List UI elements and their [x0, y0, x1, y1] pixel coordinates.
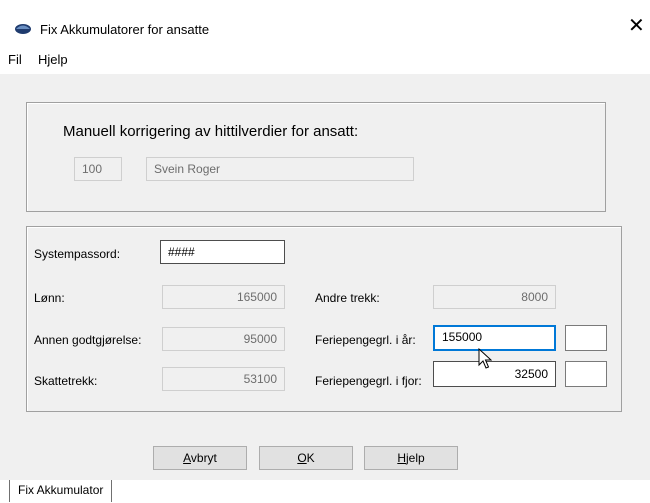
- system-password-input[interactable]: ####: [160, 240, 285, 264]
- ok-label-rest: K: [306, 451, 315, 465]
- app-logo-icon: [14, 22, 32, 39]
- holiday-this-year-extra-input[interactable]: [565, 325, 607, 351]
- employee-number-field: 100: [74, 157, 122, 181]
- other-compensation-label: Annen godtgjørelse:: [34, 333, 142, 347]
- tab-strip: Fix Akkumulator: [0, 480, 650, 503]
- other-deductions-field: 8000: [433, 285, 556, 309]
- tab-fix-akkumulator[interactable]: Fix Akkumulator: [9, 480, 113, 502]
- window-title: Fix Akkumulatorer for ansatte: [40, 22, 210, 37]
- help-label-rest: jelp: [405, 451, 425, 465]
- close-icon[interactable]: ✕: [628, 16, 645, 36]
- tax-field: 53100: [162, 367, 285, 391]
- menu-help[interactable]: Hjelp: [38, 52, 68, 67]
- system-password-label: Systempassord:: [34, 247, 121, 261]
- cancel-accel-key: A: [183, 451, 191, 465]
- tax-label: Skattetrekk:: [34, 374, 98, 388]
- holiday-this-year-label: Feriepengegrl. i år:: [315, 333, 416, 347]
- salary-label: Lønn:: [34, 291, 65, 305]
- salary-field: 165000: [162, 285, 285, 309]
- holiday-this-year-input[interactable]: 155000: [433, 325, 556, 351]
- cancel-label-rest: vbryt: [190, 451, 217, 465]
- section-heading: Manuell korrigering av hittilverdier for…: [63, 123, 359, 140]
- menu-bar: Fil Hjelp: [0, 44, 650, 74]
- help-button[interactable]: Hjelp: [364, 446, 458, 470]
- other-deductions-label: Andre trekk:: [315, 291, 380, 305]
- ok-button[interactable]: OK: [259, 446, 353, 470]
- holiday-last-year-input[interactable]: 32500: [433, 361, 556, 387]
- other-compensation-field: 95000: [162, 327, 285, 351]
- ok-accel-key: O: [297, 451, 307, 465]
- employee-name-field: Svein Roger: [146, 157, 414, 181]
- title-bar: Fix Akkumulatorer for ansatte ✕: [0, 0, 650, 44]
- holiday-last-year-extra-input[interactable]: [565, 361, 607, 387]
- mouse-pointer-icon: [478, 347, 493, 373]
- holiday-last-year-label: Feriepengegrl. i fjor:: [315, 374, 422, 388]
- menu-file[interactable]: Fil: [8, 52, 22, 67]
- help-accel-key: H: [397, 451, 406, 465]
- cancel-button[interactable]: Avbryt: [153, 446, 247, 470]
